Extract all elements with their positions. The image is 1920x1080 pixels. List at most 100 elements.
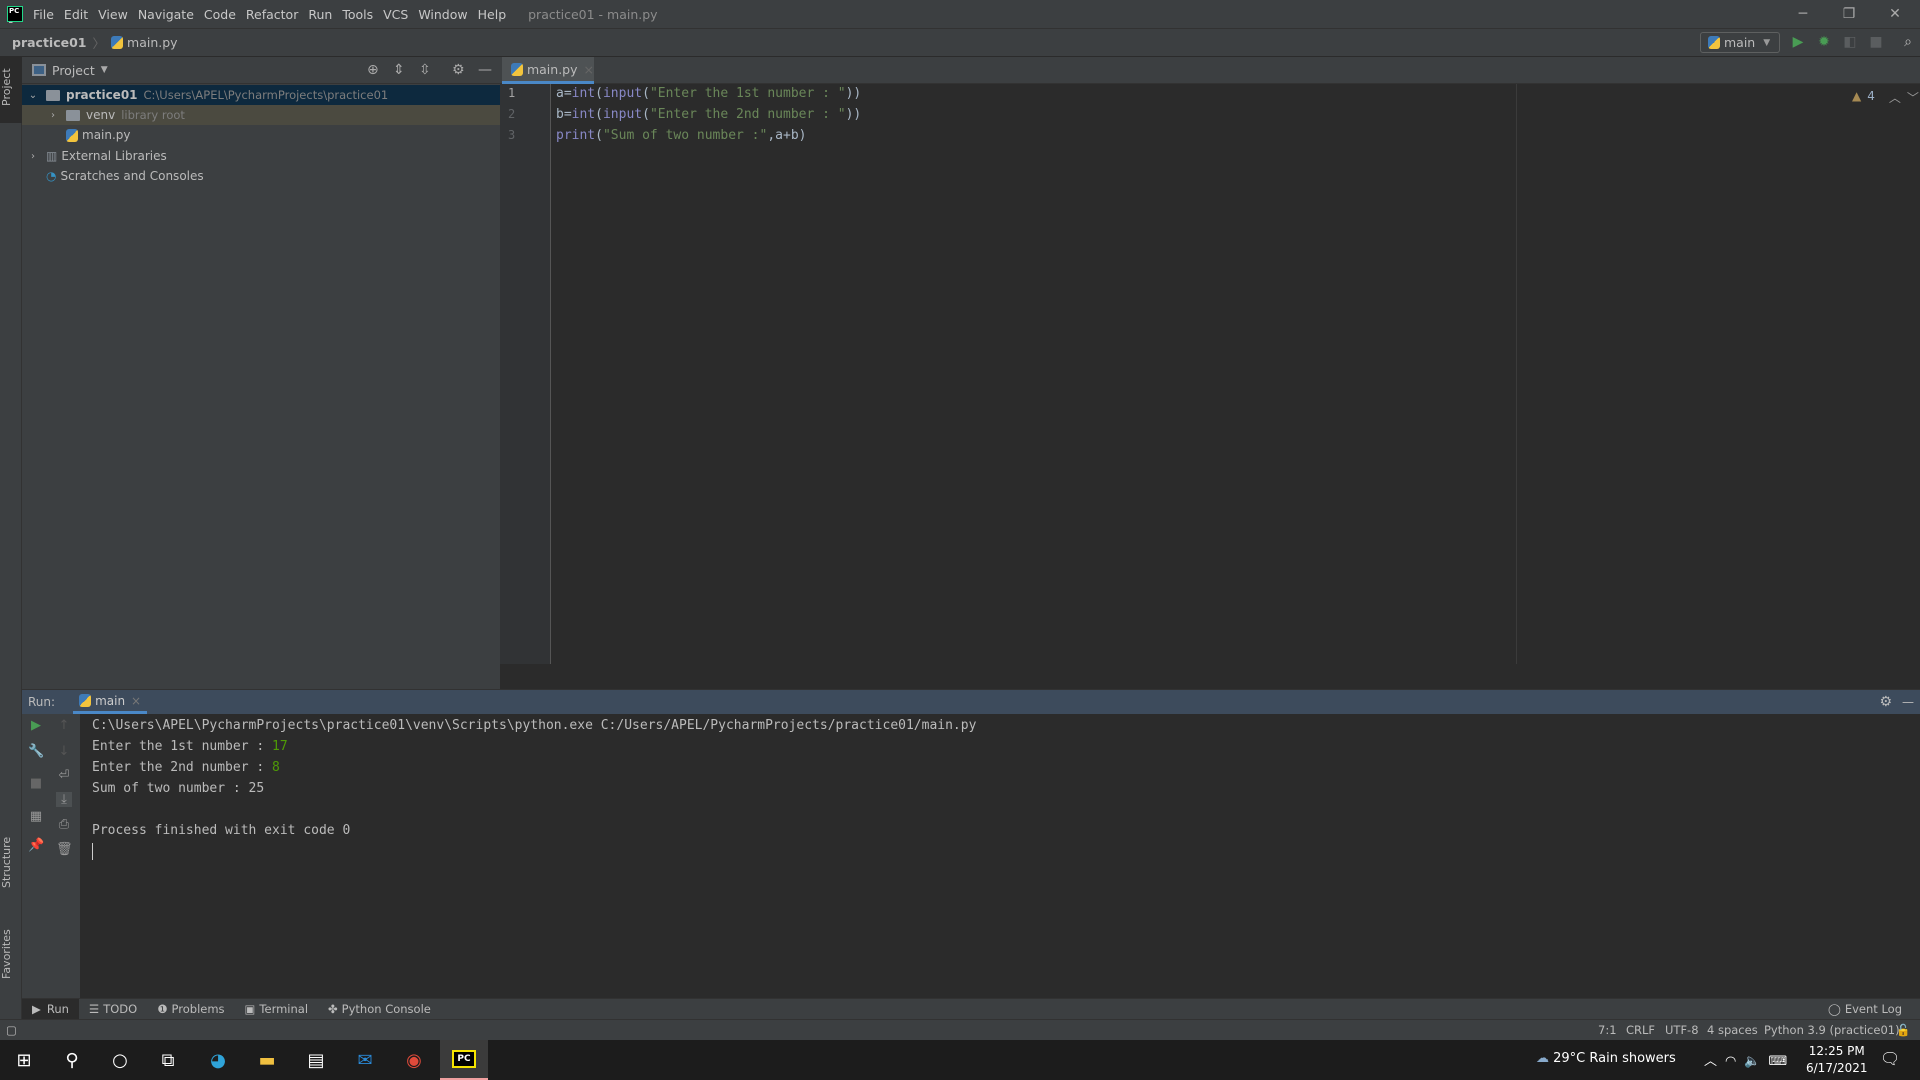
menu-run[interactable]: Run <box>308 7 332 22</box>
toggle-tool-windows-icon[interactable]: ▢ <box>6 1023 17 1037</box>
close-button[interactable]: ✕ <box>1872 0 1918 28</box>
locate-target-icon[interactable]: ⊕ <box>367 62 379 78</box>
library-icon: ▥ <box>46 149 58 163</box>
menu-navigate[interactable]: Navigate <box>138 7 194 22</box>
file-explorer-icon[interactable]: ▬ <box>243 1040 291 1080</box>
tool-tab-structure[interactable]: Structure <box>0 827 22 897</box>
tree-item-external-libraries[interactable]: › ▥ External Libraries <box>22 146 500 166</box>
stop-icon[interactable]: ■ <box>28 776 44 791</box>
favorites-tab-label: Favorites <box>0 929 13 980</box>
tool-tab-python-console[interactable]: ✤ Python Console <box>318 999 441 1020</box>
event-log-button[interactable]: ◯ Event Log <box>1818 999 1912 1020</box>
tree-item-label: External Libraries <box>61 149 167 163</box>
gear-icon[interactable]: ⚙ <box>452 62 465 78</box>
line-separator[interactable]: CRLF <box>1626 1023 1655 1037</box>
hide-panel-icon[interactable]: — <box>1902 695 1914 709</box>
python-file-icon <box>111 36 124 49</box>
mail-icon[interactable]: ✉ <box>341 1040 389 1080</box>
tool-tab-todo[interactable]: ☰ TODO <box>79 999 147 1020</box>
breadcrumb-project[interactable]: practice01 <box>12 35 87 50</box>
tool-tab-terminal[interactable]: ▣ Terminal <box>235 999 318 1020</box>
tree-item-scratches[interactable]: ◔ Scratches and Consoles <box>22 166 500 186</box>
chrome-icon[interactable]: ◉ <box>390 1040 438 1080</box>
windows-start-icon[interactable]: ⊞ <box>0 1040 48 1080</box>
task-view-icon[interactable]: ⧉ <box>144 1040 192 1080</box>
navigation-bar: practice01 〉 main.py <box>0 28 1920 57</box>
tool-tab-project[interactable]: Project <box>0 57 22 123</box>
menu-tools[interactable]: Tools <box>342 7 373 22</box>
edge-icon[interactable]: ◕ <box>194 1040 242 1080</box>
hide-panel-icon[interactable]: — <box>478 62 492 78</box>
caret-position[interactable]: 7:1 <box>1598 1023 1617 1037</box>
warning-count: 4 <box>1867 89 1875 103</box>
indent-setting[interactable]: 4 spaces <box>1707 1023 1758 1037</box>
restore-button[interactable]: ❐ <box>1826 0 1872 28</box>
collapse-all-icon[interactable]: ⇳ <box>419 62 431 78</box>
tool-tab-problems[interactable]: ❶ Problems <box>147 999 234 1020</box>
project-tab-label: Project <box>0 68 13 106</box>
cortana-icon[interactable]: ○ <box>96 1040 144 1080</box>
tree-item-practice01[interactable]: ⌄ practice01 C:\Users\APEL\PycharmProject… <box>22 85 500 105</box>
breadcrumb-file[interactable]: main.py <box>127 35 178 50</box>
code-line-3: print("Sum of two number :",a+b) <box>556 128 807 143</box>
run-config-select[interactable]: main ▼ <box>1700 32 1780 53</box>
clock-time: 12:25 PM <box>1808 1044 1865 1058</box>
code-editor[interactable]: main.py × 1 2 3 a=int(input("Enter the 1… <box>500 57 1920 664</box>
system-tray-icons[interactable]: ︿◠🔈⌨ <box>1704 1050 1795 1069</box>
console-line: Sum of two number : 25 <box>92 781 265 796</box>
menu-edit[interactable]: Edit <box>64 7 88 22</box>
minimize-button[interactable]: ─ <box>1780 0 1826 28</box>
run-tab-main[interactable]: main × <box>73 690 148 714</box>
pin-icon[interactable]: 📌 <box>28 838 44 853</box>
menu-window[interactable]: Window <box>418 7 467 22</box>
menu-help[interactable]: Help <box>478 7 507 22</box>
inspection-widget[interactable]: ▲ 4 ︿ ﹀ <box>1852 89 1919 106</box>
menu-file[interactable]: File <box>33 7 54 22</box>
layout-icon[interactable]: ▦ <box>28 809 44 824</box>
rerun-icon[interactable]: ▶ <box>28 718 44 733</box>
coverage-icon[interactable]: ◧ <box>1840 32 1860 52</box>
close-tab-icon[interactable]: × <box>584 62 594 77</box>
play-icon: ▶ <box>32 1002 41 1016</box>
arrow-up-icon[interactable]: ↑ <box>56 718 72 733</box>
menu-vcs[interactable]: VCS <box>383 7 408 22</box>
search-icon[interactable]: ⚲ <box>48 1040 96 1080</box>
expand-all-icon[interactable]: ⇕ <box>393 62 405 78</box>
run-panel: Run: main × ⚙ — ▶ 🔧 ■ ▦ 📌 ↑ ↓ ⏎ ⤓ ⎙ 🗑 C:… <box>22 689 1920 999</box>
tree-item-label: venv <box>86 108 116 122</box>
lock-icon[interactable]: 🔓 <box>1896 1023 1910 1037</box>
tool-tab-run[interactable]: ▶ Run <box>22 998 79 1020</box>
weather-widget[interactable]: ☁ 29°C Rain showers <box>1536 1051 1676 1066</box>
project-view-select[interactable]: Project <box>52 63 95 78</box>
wrench-icon[interactable]: 🔧 <box>28 744 44 759</box>
print-icon[interactable]: ⎙ <box>56 817 72 832</box>
search-icon[interactable]: ⌕ <box>1898 32 1918 52</box>
tree-item-main-py[interactable]: main.py <box>22 125 500 145</box>
tab-main-py[interactable]: main.py × <box>502 57 594 84</box>
arrow-down-icon[interactable]: ↓ <box>56 744 72 759</box>
menu-view[interactable]: View <box>98 7 128 22</box>
file-encoding[interactable]: UTF-8 <box>1665 1023 1699 1037</box>
menu-refactor[interactable]: Refactor <box>246 7 298 22</box>
close-tab-icon[interactable]: × <box>131 694 141 708</box>
pycharm-taskbar-icon[interactable]: PC <box>440 1040 488 1080</box>
soft-wrap-icon[interactable]: ⏎ <box>56 768 72 783</box>
chevron-down-icon[interactable]: ▼ <box>101 65 108 75</box>
stop-icon[interactable]: ■ <box>1866 32 1886 52</box>
clock[interactable]: 12:25 PM 6/17/2021 <box>1806 1043 1868 1077</box>
menu-code[interactable]: Code <box>204 7 236 22</box>
gear-icon[interactable]: ⚙ <box>1879 694 1892 710</box>
chevron-down-icon[interactable]: ﹀ <box>1907 89 1919 106</box>
trash-icon[interactable]: 🗑 <box>56 842 73 857</box>
chevron-up-icon[interactable]: ︿ <box>1889 89 1901 106</box>
store-icon[interactable]: ▤ <box>292 1040 340 1080</box>
scratches-icon: ◔ <box>46 169 57 183</box>
notifications-icon[interactable]: 🗨 <box>1880 1049 1900 1068</box>
tree-item-venv[interactable]: › venv library root <box>22 105 500 125</box>
interpreter[interactable]: Python 3.9 (practice01) <box>1764 1023 1900 1037</box>
tool-tab-favorites[interactable]: Favorites <box>0 917 22 992</box>
run-icon[interactable]: ▶ <box>1788 32 1808 52</box>
console-caret[interactable] <box>92 843 93 860</box>
debug-bug-icon[interactable]: ✹ <box>1814 32 1834 52</box>
scroll-to-end-icon[interactable]: ⤓ <box>56 792 72 807</box>
